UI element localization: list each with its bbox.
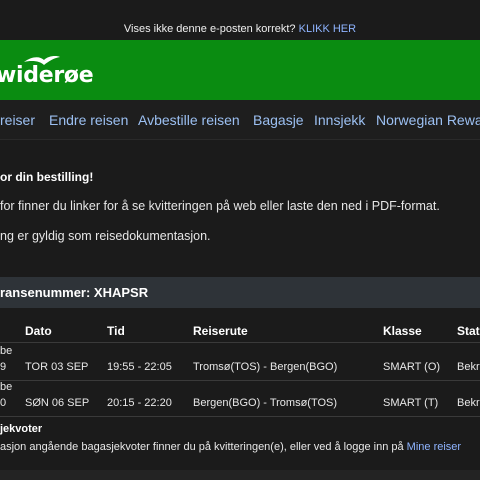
email-view-notice: Vises ikke denne e-posten korrekt? KLIKK…	[0, 18, 480, 40]
footer-strip	[0, 470, 480, 480]
nav-item-norwegian-reward[interactable]: Norwegian Rewa	[376, 112, 480, 128]
col-header-reiserute: Reiserute	[193, 324, 248, 338]
nav-item-bagasje[interactable]: Bagasje	[253, 112, 304, 128]
flight-time: 19:55 - 22:05	[107, 361, 172, 373]
reference-bar: ransenummer: XHAPSR	[0, 277, 480, 308]
reference-number: ransenummer: XHAPSR	[0, 285, 149, 300]
row-divider	[0, 380, 480, 381]
flight-route: Bergen(BGO) - Tromsø(TOS)	[193, 397, 338, 409]
bird-icon	[24, 56, 60, 65]
nav-item-endre-reisen[interactable]: Endre reisen	[49, 112, 128, 128]
thanks-heading: or din bestilling!	[0, 170, 94, 184]
flight-time: 20:15 - 22:20	[107, 397, 172, 409]
flight-status: Bekre	[457, 397, 480, 409]
flight-class: SMART (O)	[383, 361, 441, 373]
flight-class: SMART (T)	[383, 397, 439, 409]
my-trips-link[interactable]: Mine reiser	[407, 441, 461, 453]
view-online-link[interactable]: KLIKK HER	[299, 23, 356, 35]
nav-item-avbestille-reisen[interactable]: Avbestille reisen	[138, 112, 240, 128]
col-header-status: Stat	[457, 324, 480, 338]
nav-item-reiser[interactable]: reiser	[0, 112, 35, 128]
flight-date: SØN 06 SEP	[25, 397, 90, 409]
row-divider	[0, 416, 480, 417]
header-divider	[0, 342, 480, 343]
flight-number-top: be	[0, 345, 13, 357]
flight-number: 0	[0, 397, 7, 409]
flight-number: 9	[0, 361, 7, 373]
flight-status: Bekre	[457, 361, 480, 373]
main-nav: reiser Endre reisen Avbestille reisen Ba…	[0, 100, 480, 140]
col-header-tid: Tid	[107, 324, 125, 338]
brand-header: widerøe	[0, 40, 480, 100]
flight-route: Tromsø(TOS) - Bergen(BGO)	[193, 361, 338, 373]
col-header-dato: Dato	[25, 324, 52, 338]
nav-item-innsjekk[interactable]: Innsjekk	[314, 112, 365, 128]
flight-number-top: be	[0, 381, 13, 393]
receipt-info-text: for finner du linker for å se kvittering…	[0, 199, 440, 213]
baggage-heading: jekvoter	[0, 423, 43, 435]
flight-date: TOR 03 SEP	[25, 361, 89, 373]
travel-document-text: ng er gyldig som reisedokumentasjon.	[0, 229, 211, 243]
baggage-info-text: asjon angående bagasjekvoter finner du p…	[0, 441, 404, 453]
wideroe-logo[interactable]: widerøe	[0, 40, 94, 100]
notice-text: Vises ikke denne e-posten korrekt?	[123, 23, 296, 35]
baggage-info: asjon angående bagasjekvoter finner du p…	[0, 441, 461, 453]
col-header-klasse: Klasse	[383, 324, 422, 338]
